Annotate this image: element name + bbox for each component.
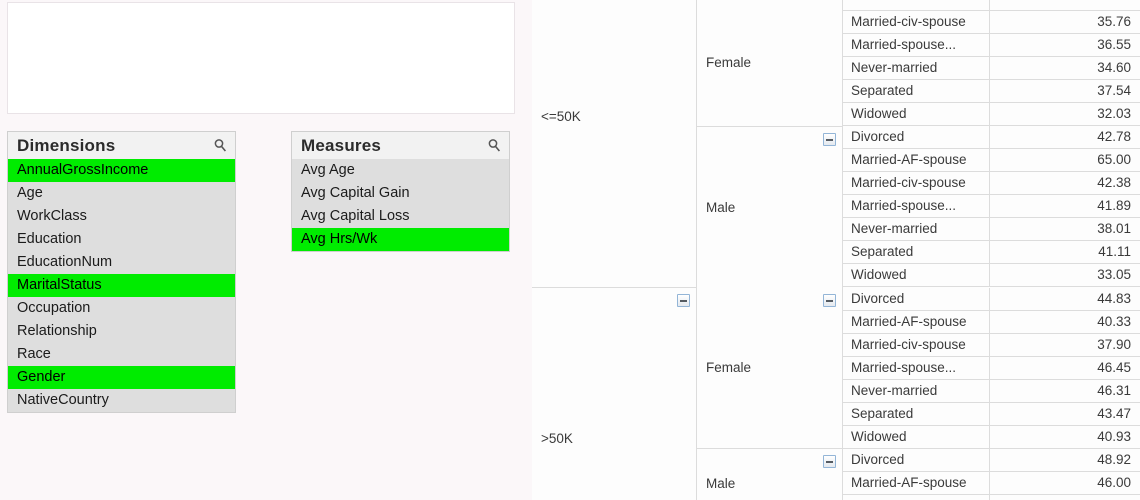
dimension-item-annualgrossincome[interactable]: AnnualGrossIncome <box>8 159 235 182</box>
pivot-value-cell: 46.24 <box>990 494 1140 500</box>
pivot-value-cell: 41.11 <box>990 241 1140 264</box>
pivot-marital-cell[interactable]: Widowed <box>843 103 990 126</box>
pivot-marital-column: Married-civ-spouse Married-spouse... Never… <box>843 0 990 288</box>
pivot-gender-label: Male <box>706 475 736 491</box>
pivot-marital-cell[interactable]: Divorced <box>843 287 990 311</box>
dimensions-list: AnnualGrossIncome Age WorkClass Education Ed… <box>8 159 235 412</box>
pivot-value-cell: 34.60 <box>990 57 1140 80</box>
pivot-value-cell: 43.47 <box>990 402 1140 426</box>
pivot-marital-cell[interactable]: Married-civ-spouse <box>843 494 990 500</box>
pivot-value-cell: 32.03 <box>990 103 1140 126</box>
pivot-marital-cell[interactable]: Married-AF-spouse <box>843 310 990 334</box>
search-icon[interactable] <box>487 138 502 153</box>
pivot-marital-cell[interactable]: Divorced <box>843 448 990 472</box>
pivot-value-cell: 37.90 <box>990 333 1140 357</box>
measures-panel-header: Measures <box>292 132 509 159</box>
pivot-marital-cell[interactable]: Never-married <box>843 379 990 403</box>
pivot-value-cell: 38.01 <box>990 218 1140 241</box>
measure-item-avg-capital-loss[interactable]: Avg Capital Loss <box>292 205 509 228</box>
pivot-marital-cell[interactable]: Married-spouse... <box>843 195 990 218</box>
pivot-value-cell: 42.78 <box>990 126 1140 149</box>
collapse-icon[interactable] <box>677 293 690 307</box>
pivot-value-cell: 46.00 <box>990 471 1140 495</box>
collapse-icon[interactable] <box>823 132 836 146</box>
measure-item-avg-capital-gain[interactable]: Avg Capital Gain <box>292 182 509 205</box>
dimension-item-gender[interactable]: Gender <box>8 366 235 389</box>
collapse-icon[interactable] <box>823 454 836 468</box>
pivot-marital-cell[interactable]: Widowed <box>843 425 990 449</box>
pivot-marital-cell[interactable]: Widowed <box>843 264 990 287</box>
measures-title: Measures <box>301 135 382 155</box>
pivot-marital-cell[interactable]: Separated <box>843 402 990 426</box>
pivot-value-cell: 46.31 <box>990 379 1140 403</box>
pivot-value-cell: 40.93 <box>990 425 1140 449</box>
dimension-item-nativecountry[interactable]: NativeCountry <box>8 389 235 412</box>
pivot-marital-column: Divorced Married-AF-spouse Married-civ-spo… <box>843 287 990 500</box>
pivot-value-cell: 65.00 <box>990 149 1140 172</box>
dimensions-title: Dimensions <box>17 135 116 155</box>
pivot-gender-label: Male <box>706 199 736 215</box>
measure-item-avg-age[interactable]: Avg Age <box>292 159 509 182</box>
dimension-item-age[interactable]: Age <box>8 182 235 205</box>
pivot-income-label: >50K <box>541 430 573 446</box>
pivot-marital-cell[interactable]: Married-spouse... <box>843 356 990 380</box>
pivot-income-cell[interactable]: >50K <box>532 287 697 500</box>
pivot-gender-cell[interactable]: Male <box>697 126 843 288</box>
pivot-value-cell: 41.89 <box>990 195 1140 218</box>
pivot-table[interactable]: <=50K Female Male Married-civ-spouse Married… <box>532 0 1140 500</box>
pivot-marital-cell[interactable]: Separated <box>843 80 990 103</box>
pivot-value-cell: 37.54 <box>990 80 1140 103</box>
pivot-gender-label: Female <box>706 360 752 375</box>
dimension-item-relationship[interactable]: Relationship <box>8 320 235 343</box>
dimensions-panel-header: Dimensions <box>8 132 235 159</box>
measure-item-avg-hrs-wk[interactable]: Avg Hrs/Wk <box>292 228 509 251</box>
dimension-item-maritalstatus[interactable]: MaritalStatus <box>8 274 235 297</box>
pivot-value-cell: 36.55 <box>990 34 1140 57</box>
pivot-value-cell: 48.92 <box>990 448 1140 472</box>
pivot-value-cell: 46.45 <box>990 356 1140 380</box>
pivot-marital-cell[interactable]: Never-married <box>843 57 990 80</box>
pivot-income-cell[interactable]: <=50K <box>532 0 697 288</box>
pivot-value-cell: 35.76 <box>990 11 1140 34</box>
dimension-item-workclass[interactable]: WorkClass <box>8 205 235 228</box>
pivot-value-cell: 44.83 <box>990 287 1140 311</box>
dimension-item-education[interactable]: Education <box>8 228 235 251</box>
pivot-gender-label: Female <box>706 55 752 71</box>
chart-canvas-panel[interactable] <box>7 2 515 114</box>
pivot-marital-cell[interactable]: Married-civ-spouse <box>843 172 990 195</box>
pivot-value-cell: 42.38 <box>990 172 1140 195</box>
pivot-gender-column: Female Male <box>697 287 843 500</box>
dimensions-panel: Dimensions AnnualGrossIncome Age WorkClass… <box>7 131 236 413</box>
pivot-marital-cell[interactable]: Never-married <box>843 218 990 241</box>
measures-list: Avg Age Avg Capital Gain Avg Capital Loss A… <box>292 159 509 251</box>
pivot-marital-cell[interactable] <box>843 0 990 11</box>
pivot-marital-cell[interactable]: Married-spouse... <box>843 34 990 57</box>
measures-panel: Measures Avg Age Avg Capital Gain Avg Capi… <box>291 131 510 252</box>
pivot-marital-cell[interactable]: Married-civ-spouse <box>843 333 990 357</box>
pivot-gender-cell[interactable]: Female <box>697 287 843 449</box>
pivot-marital-cell[interactable]: Divorced <box>843 126 990 149</box>
pivot-value-column: 35.76 36.55 34.60 37.54 32.03 42.78 65.00 42.38… <box>990 0 1140 288</box>
pivot-gender-column: Female Male <box>697 0 843 288</box>
collapse-icon[interactable] <box>823 293 836 307</box>
dimension-item-occupation[interactable]: Occupation <box>8 297 235 320</box>
pivot-marital-cell[interactable]: Separated <box>843 241 990 264</box>
pivot-gender-cell[interactable]: Male <box>697 448 843 500</box>
pivot-marital-cell[interactable]: Married-civ-spouse <box>843 11 990 34</box>
pivot-value-cell <box>990 0 1140 11</box>
pivot-gender-cell[interactable]: Female <box>697 0 843 127</box>
pivot-marital-cell[interactable]: Married-AF-spouse <box>843 149 990 172</box>
dimension-item-race[interactable]: Race <box>8 343 235 366</box>
pivot-income-label: <=50K <box>541 108 581 124</box>
search-icon[interactable] <box>213 138 228 153</box>
pivot-value-cell: 40.33 <box>990 310 1140 334</box>
pivot-marital-cell[interactable]: Married-AF-spouse <box>843 471 990 495</box>
pivot-value-column: 44.83 40.33 37.90 46.45 46.31 43.47 40.93 48.92… <box>990 287 1140 500</box>
pivot-grid: <=50K Female Male Married-civ-spouse Married… <box>532 0 1140 500</box>
dimension-item-educationnum[interactable]: EducationNum <box>8 251 235 274</box>
pivot-value-cell: 33.05 <box>990 264 1140 287</box>
